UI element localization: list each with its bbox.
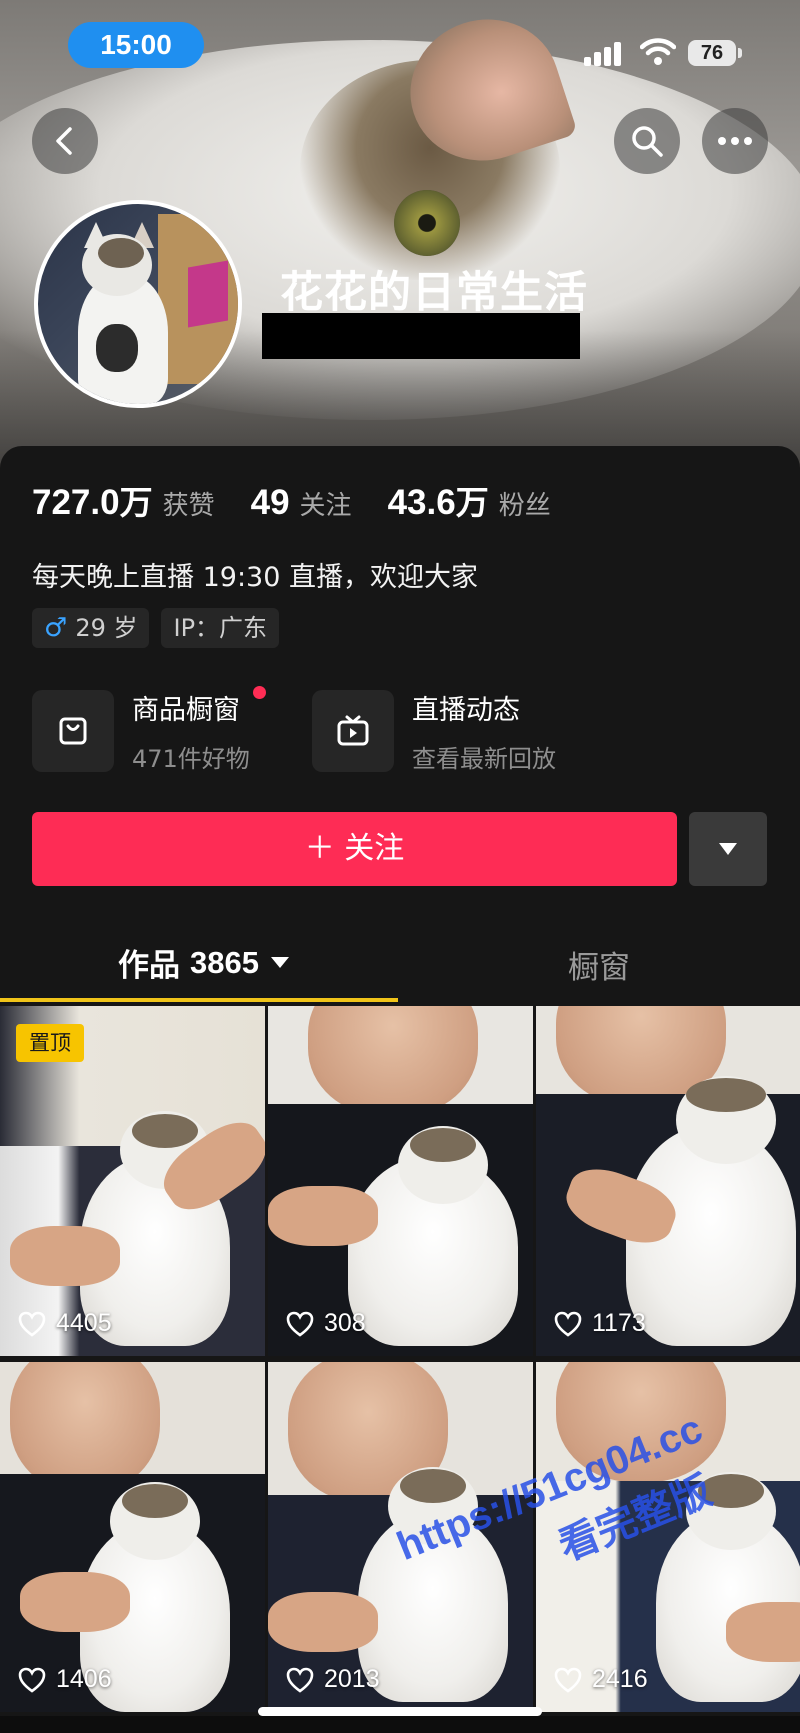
- stat-following-value: 49: [250, 483, 290, 522]
- live-updates-subtitle: 查看最新回放: [412, 745, 556, 773]
- video-likes: 2416: [554, 1665, 648, 1694]
- video-tile[interactable]: 308: [268, 1006, 533, 1356]
- redacted-id-bar: [262, 313, 580, 359]
- video-tile[interactable]: 1173: [536, 1006, 800, 1356]
- video-likes: 308: [286, 1309, 366, 1338]
- heart-icon: [18, 1667, 46, 1693]
- search-icon: [632, 126, 663, 157]
- wifi-icon: [639, 36, 677, 66]
- video-likes: 1173: [554, 1309, 646, 1338]
- heart-icon: [554, 1667, 582, 1693]
- chevron-left-icon: [56, 127, 72, 155]
- stat-likes-value: 727.0: [32, 483, 120, 522]
- more-actions-dropdown-button[interactable]: [689, 812, 767, 886]
- stats-row: 727.0 万获赞 49 关注 43.6 万粉丝: [32, 476, 587, 526]
- gender-age-tag: ♂ 29 岁: [32, 608, 150, 648]
- stat-likes[interactable]: 727.0 万获赞: [32, 476, 215, 524]
- likes-count: 1173: [592, 1309, 646, 1337]
- caret-down-icon: [270, 957, 289, 968]
- video-tile[interactable]: 置顶 4405: [0, 1006, 265, 1356]
- stat-following-label: 关注: [299, 491, 352, 521]
- male-icon: ♂: [44, 613, 68, 643]
- profile-screen: { "status_bar": { "time": "15:00", "batt…: [0, 0, 800, 1733]
- live-updates-entry[interactable]: 直播动态 查看最新回放: [312, 690, 556, 773]
- shop-window-title-text: 商品橱窗: [132, 695, 240, 726]
- next-row-strip: [0, 1716, 800, 1733]
- live-updates-title: 直播动态: [412, 695, 520, 726]
- avatar[interactable]: [34, 200, 242, 408]
- back-button[interactable]: [32, 108, 98, 174]
- likes-count: 2416: [592, 1665, 648, 1693]
- likes-count: 2013: [324, 1665, 380, 1693]
- age-label: 29 岁: [75, 614, 138, 642]
- heart-icon: [18, 1311, 46, 1337]
- video-tile[interactable]: 1406: [0, 1362, 265, 1712]
- stat-followers[interactable]: 43.6 万粉丝: [388, 476, 551, 524]
- heart-icon: [554, 1311, 582, 1337]
- shop-window-subtitle: 471件好物: [132, 745, 250, 773]
- tab-works-label: 作品: [118, 948, 180, 984]
- tab-works[interactable]: 作品 3865: [118, 940, 289, 985]
- stat-followers-value: 43.6: [387, 483, 456, 522]
- video-likes: 2013: [286, 1665, 380, 1694]
- caret-down-icon: [719, 843, 737, 855]
- heart-icon: [286, 1667, 314, 1693]
- likes-count: 4405: [56, 1309, 112, 1337]
- battery-tip: [738, 48, 742, 58]
- profile-bio: 每天晚上直播 19:30 直播，欢迎大家: [32, 562, 478, 593]
- tv-icon: [312, 690, 394, 772]
- status-time: 15:00: [68, 22, 204, 68]
- stat-likes-unit: 万: [119, 483, 153, 522]
- likes-count: 308: [324, 1309, 366, 1337]
- notification-dot: [252, 686, 266, 699]
- ip-location-tag: IP：广东: [161, 608, 280, 648]
- active-tab-indicator: [0, 998, 398, 1002]
- profile-tags: ♂ 29 岁 IP：广东: [32, 608, 291, 648]
- follow-button[interactable]: ＋ 关注: [32, 812, 677, 886]
- stat-followers-unit: 万: [455, 483, 489, 522]
- more-options-button[interactable]: [702, 108, 768, 174]
- search-button[interactable]: [614, 108, 680, 174]
- more-dots-icon: [718, 137, 752, 145]
- stat-likes-label: 获赞: [162, 491, 215, 521]
- signal-icon: [584, 42, 624, 66]
- heart-icon: [286, 1311, 314, 1337]
- pinned-badge: 置顶: [16, 1024, 84, 1062]
- stat-followers-label: 粉丝: [498, 491, 551, 521]
- tab-works-count: 3865: [190, 944, 259, 980]
- battery-icon: 76: [688, 40, 736, 66]
- profile-name: 花花的日常生活: [280, 268, 588, 318]
- shop-window-entry[interactable]: 商品橱窗 471件好物: [32, 686, 266, 773]
- home-indicator: [258, 1707, 542, 1716]
- shop-window-title: 商品橱窗: [132, 686, 266, 727]
- video-likes: 4405: [18, 1309, 112, 1338]
- tab-shop-window[interactable]: 橱窗: [568, 942, 630, 987]
- video-likes: 1406: [18, 1665, 112, 1694]
- likes-count: 1406: [56, 1665, 112, 1693]
- stat-following[interactable]: 49 关注: [251, 483, 352, 523]
- ip-label: IP：广东: [173, 614, 268, 642]
- shopping-bag-icon: [32, 690, 114, 772]
